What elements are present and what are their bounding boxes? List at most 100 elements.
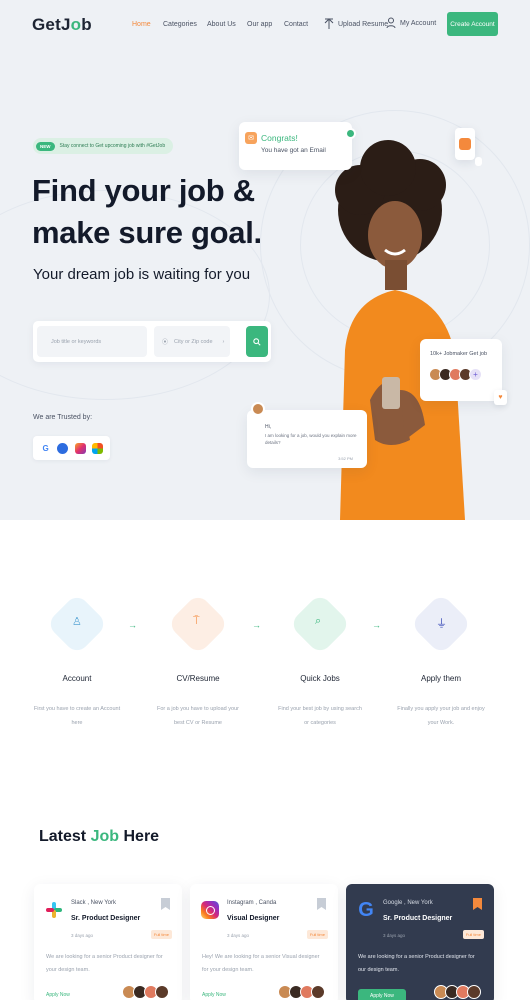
headline-line-1: Find your job & <box>32 173 255 208</box>
avatar <box>155 985 169 999</box>
congrats-text: You have got an Email <box>261 147 326 154</box>
announcement-badge: NEW Stay connect to Get upcoming job wit… <box>33 138 174 154</box>
hero-subheading: Your dream job is waiting for you <box>33 266 251 283</box>
logo-text-end: b <box>81 15 92 34</box>
heading-accent-word: Job <box>90 828 120 845</box>
upload-icon <box>324 18 334 29</box>
hero-section: GetJob Home Categories About Us Our app … <box>0 0 530 520</box>
trusted-by-label: We are Trusted by: <box>33 414 93 421</box>
applicants-text: 10k+ Jobmaker Get job <box>430 351 488 357</box>
job-card-featured[interactable]: G Google , New York Sr. Product Designer… <box>346 884 494 1000</box>
job-role: Visual Designer <box>227 915 280 922</box>
nav-link-about[interactable]: About Us <box>207 21 236 28</box>
heading-word: Here <box>123 828 160 845</box>
step-title: Account <box>62 674 92 683</box>
status-dot <box>345 128 356 139</box>
location-pin-icon: ⦿ <box>162 340 169 346</box>
search-icon: ⌕ <box>315 615 322 627</box>
job-desc: Hey! We are looking for a senior Visual … <box>202 954 320 973</box>
congrats-title: Congrats! <box>261 133 298 143</box>
upload-resume-link[interactable]: Upload Resume <box>324 18 388 30</box>
user-icon <box>386 17 396 29</box>
location-placeholder: City or Zip code <box>174 338 213 345</box>
job-type-badge: Full time <box>150 930 172 939</box>
briefcase-icon <box>459 138 471 150</box>
step-title: Apply them <box>420 674 462 683</box>
upload-label: Upload Resume <box>338 20 389 28</box>
location-input[interactable]: ⦿ City or Zip code › <box>154 326 230 357</box>
create-account-button[interactable]: Create Account <box>447 12 498 36</box>
chat-time: 3:52 PM <box>338 456 353 461</box>
applicant-avatars <box>278 985 325 999</box>
user-icon: ♙ <box>72 616 82 628</box>
job-desc: We are looking for a senior Product desi… <box>46 954 163 973</box>
announcement-text: Stay connect to Get upcoming job with #G… <box>59 143 166 149</box>
arrow-right-icon: → <box>252 620 261 630</box>
slack-logo-icon <box>44 898 64 922</box>
instagram-logo-icon <box>200 898 220 922</box>
job-posted: 3 days ago <box>227 933 250 938</box>
heart-icon: ♥ <box>494 390 507 405</box>
job-desc: We are looking for a senior Product desi… <box>358 954 475 973</box>
chevron-right-icon: › <box>222 338 225 345</box>
chat-message: I am looking for a job, would you explai… <box>265 433 357 445</box>
step-desc: Find your best job by using search or ca… <box>278 706 362 726</box>
arrow-right-icon: → <box>128 620 137 630</box>
apply-now-link[interactable]: Apply Now <box>46 992 70 998</box>
search-icon <box>253 337 261 346</box>
avatar <box>251 402 265 416</box>
headline-line-2: make sure goal. <box>32 215 262 250</box>
heading-word: Latest <box>39 828 87 845</box>
search-button[interactable] <box>246 326 268 357</box>
google-logo-icon: G <box>358 898 374 921</box>
google-logo-icon: G <box>42 443 49 453</box>
step-desc: First you have to create an Account here <box>33 706 121 726</box>
job-posted: 3 days ago <box>71 933 94 938</box>
hero-headline: Find your job & make sure goal. <box>32 170 292 254</box>
job-role: Sr. Product Designer <box>383 915 453 922</box>
my-account-link[interactable]: My Account <box>386 17 436 29</box>
job-company: Google , New York <box>383 900 433 906</box>
job-company: Instagram , Canda <box>227 900 277 906</box>
job-card[interactable]: Slack , New York Sr. Product Designer 3 … <box>34 884 182 1000</box>
keyword-input[interactable]: Job title or keywords <box>37 326 147 357</box>
instagram-logo-icon <box>74 442 86 454</box>
job-type-badge: Full time <box>306 930 328 939</box>
bookmark-icon[interactable] <box>161 898 170 910</box>
top-nav: GetJob Home Categories About Us Our app … <box>0 0 530 50</box>
applicant-avatars <box>434 985 481 999</box>
nav-link-app[interactable]: Our app <box>247 21 272 28</box>
plus-icon: + <box>469 368 482 381</box>
avatar <box>467 985 481 999</box>
nav-link-categories[interactable]: Categories <box>163 21 197 28</box>
avatar <box>311 985 325 999</box>
job-search-bar: Job title or keywords ⦿ City or Zip code… <box>33 321 271 362</box>
briefcase-card <box>455 128 475 160</box>
step-desc: Finally you apply your job and enjoy you… <box>397 706 485 726</box>
nav-link-home[interactable]: Home <box>132 21 151 28</box>
logo-o: o <box>70 15 82 34</box>
microsoft-logo-icon <box>91 442 103 454</box>
mail-icon: ✉ <box>245 132 257 144</box>
congrats-card: ✉ Congrats! You have got an Email <box>239 122 356 170</box>
latest-jobs-heading: Latest Job Here <box>39 828 159 846</box>
bookmark-icon[interactable] <box>317 898 326 910</box>
job-card[interactable]: Instagram , Canda Visual Designer 3 days… <box>190 884 338 1000</box>
applicant-avatars: + <box>429 368 482 381</box>
chat-card: Hi, I am looking for a job, would you ex… <box>247 402 367 468</box>
keyword-placeholder: Job title or keywords <box>51 338 102 345</box>
trusted-logos: G <box>33 436 110 460</box>
new-badge: NEW <box>36 141 55 151</box>
nav-link-contact[interactable]: Contact <box>284 21 308 28</box>
apply-now-button[interactable]: Apply Now <box>358 989 406 1000</box>
plug-icon: ⏚ <box>436 618 447 630</box>
apply-now-link[interactable]: Apply Now <box>202 992 226 998</box>
arrow-right-icon: → <box>372 620 381 630</box>
bookmark-icon[interactable] <box>473 898 482 910</box>
chat-greeting: Hi, <box>265 424 272 430</box>
job-type-badge: Full time <box>462 930 484 939</box>
step-title: CV/Resume <box>176 674 220 683</box>
applicants-card: 10k+ Jobmaker Get job + <box>420 339 502 401</box>
logo-text: GetJ <box>32 15 71 34</box>
logo[interactable]: GetJob <box>32 15 92 35</box>
